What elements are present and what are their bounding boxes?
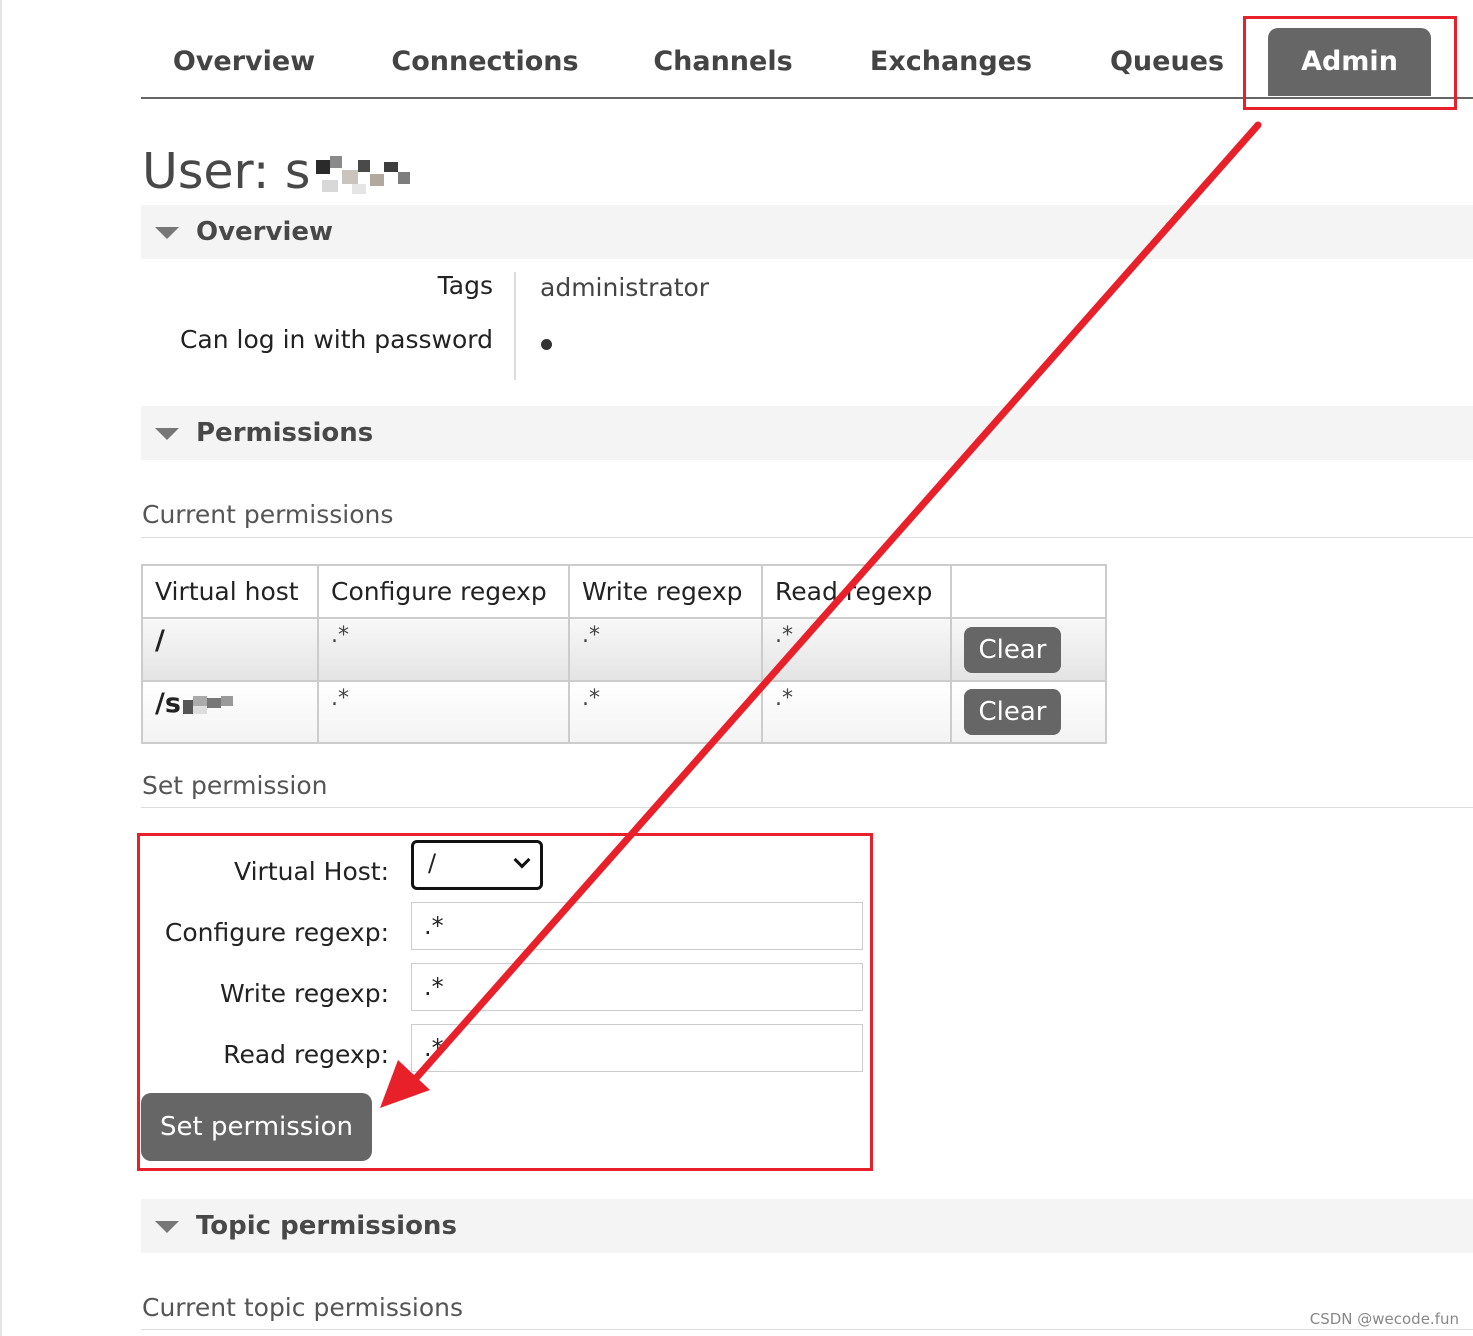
current-topic-permissions-heading: Current topic permissions	[142, 1293, 463, 1322]
heading-rule	[141, 537, 1473, 538]
collapse-triangle-icon	[155, 227, 179, 239]
vhost-name: /s	[155, 688, 181, 719]
tab-connections[interactable]: Connections	[377, 28, 593, 96]
collapse-triangle-icon	[155, 1221, 179, 1233]
heading-rule	[141, 807, 1473, 808]
tab-queues[interactable]: Queues	[1099, 28, 1235, 96]
collapse-triangle-icon	[155, 428, 179, 440]
annotation-box-admin-tab	[1243, 16, 1457, 110]
overview-section-header[interactable]: Overview	[141, 205, 1473, 259]
tags-label: Tags	[437, 271, 493, 300]
set-permission-heading: Set permission	[142, 771, 328, 800]
pixelated-username	[316, 155, 412, 194]
current-permissions-heading: Current permissions	[142, 500, 394, 529]
permissions-header-label: Permissions	[196, 418, 374, 448]
action-cell: Clear	[950, 680, 1107, 744]
heading-rule	[141, 1329, 1473, 1330]
col-read-regexp: Read regexp	[761, 564, 952, 619]
col-write-regexp: Write regexp	[568, 564, 763, 619]
configure-cell: .*	[317, 680, 570, 744]
page-edge-rule	[0, 0, 2, 1336]
table-row: / .* .* .* Clear	[141, 617, 1107, 682]
write-cell: .*	[568, 617, 763, 682]
table-row: /s .* .* .* Clear	[141, 680, 1107, 744]
read-cell: .*	[761, 617, 952, 682]
tab-overview[interactable]: Overview	[141, 28, 347, 96]
permissions-section-header[interactable]: Permissions	[141, 406, 1473, 460]
configure-cell: .*	[317, 617, 570, 682]
tab-exchanges[interactable]: Exchanges	[861, 28, 1041, 96]
page-title-text: User: s	[142, 143, 311, 200]
annotation-box-set-permission	[137, 833, 873, 1171]
overview-header-label: Overview	[196, 217, 334, 247]
vhost-cell: /s	[141, 680, 319, 744]
pixelated-vhost	[182, 695, 235, 714]
page-title: User: s	[142, 143, 412, 200]
col-virtual-host: Virtual host	[141, 564, 319, 619]
read-cell: .*	[761, 680, 952, 744]
password-yes-dot: •	[541, 339, 552, 350]
topic-permissions-header-label: Topic permissions	[196, 1211, 457, 1241]
topic-permissions-section-header[interactable]: Topic permissions	[141, 1199, 1473, 1253]
clear-permission-button[interactable]: Clear	[964, 626, 1061, 673]
col-actions	[950, 564, 1107, 619]
write-cell: .*	[568, 680, 763, 744]
clear-permission-button[interactable]: Clear	[964, 689, 1061, 735]
vhost-cell: /	[141, 617, 319, 682]
permissions-table: Virtual host Configure regexp Write rege…	[141, 564, 1107, 744]
action-cell: Clear	[950, 617, 1107, 682]
tags-value: administrator	[540, 273, 710, 302]
password-label: Can log in with password	[179, 325, 493, 354]
tab-channels[interactable]: Channels	[637, 28, 809, 96]
watermark: CSDN @wecode.fun	[1309, 1310, 1459, 1328]
overview-divider	[514, 272, 516, 380]
table-header-row: Virtual host Configure regexp Write rege…	[141, 564, 1107, 619]
col-configure-regexp: Configure regexp	[317, 564, 570, 619]
